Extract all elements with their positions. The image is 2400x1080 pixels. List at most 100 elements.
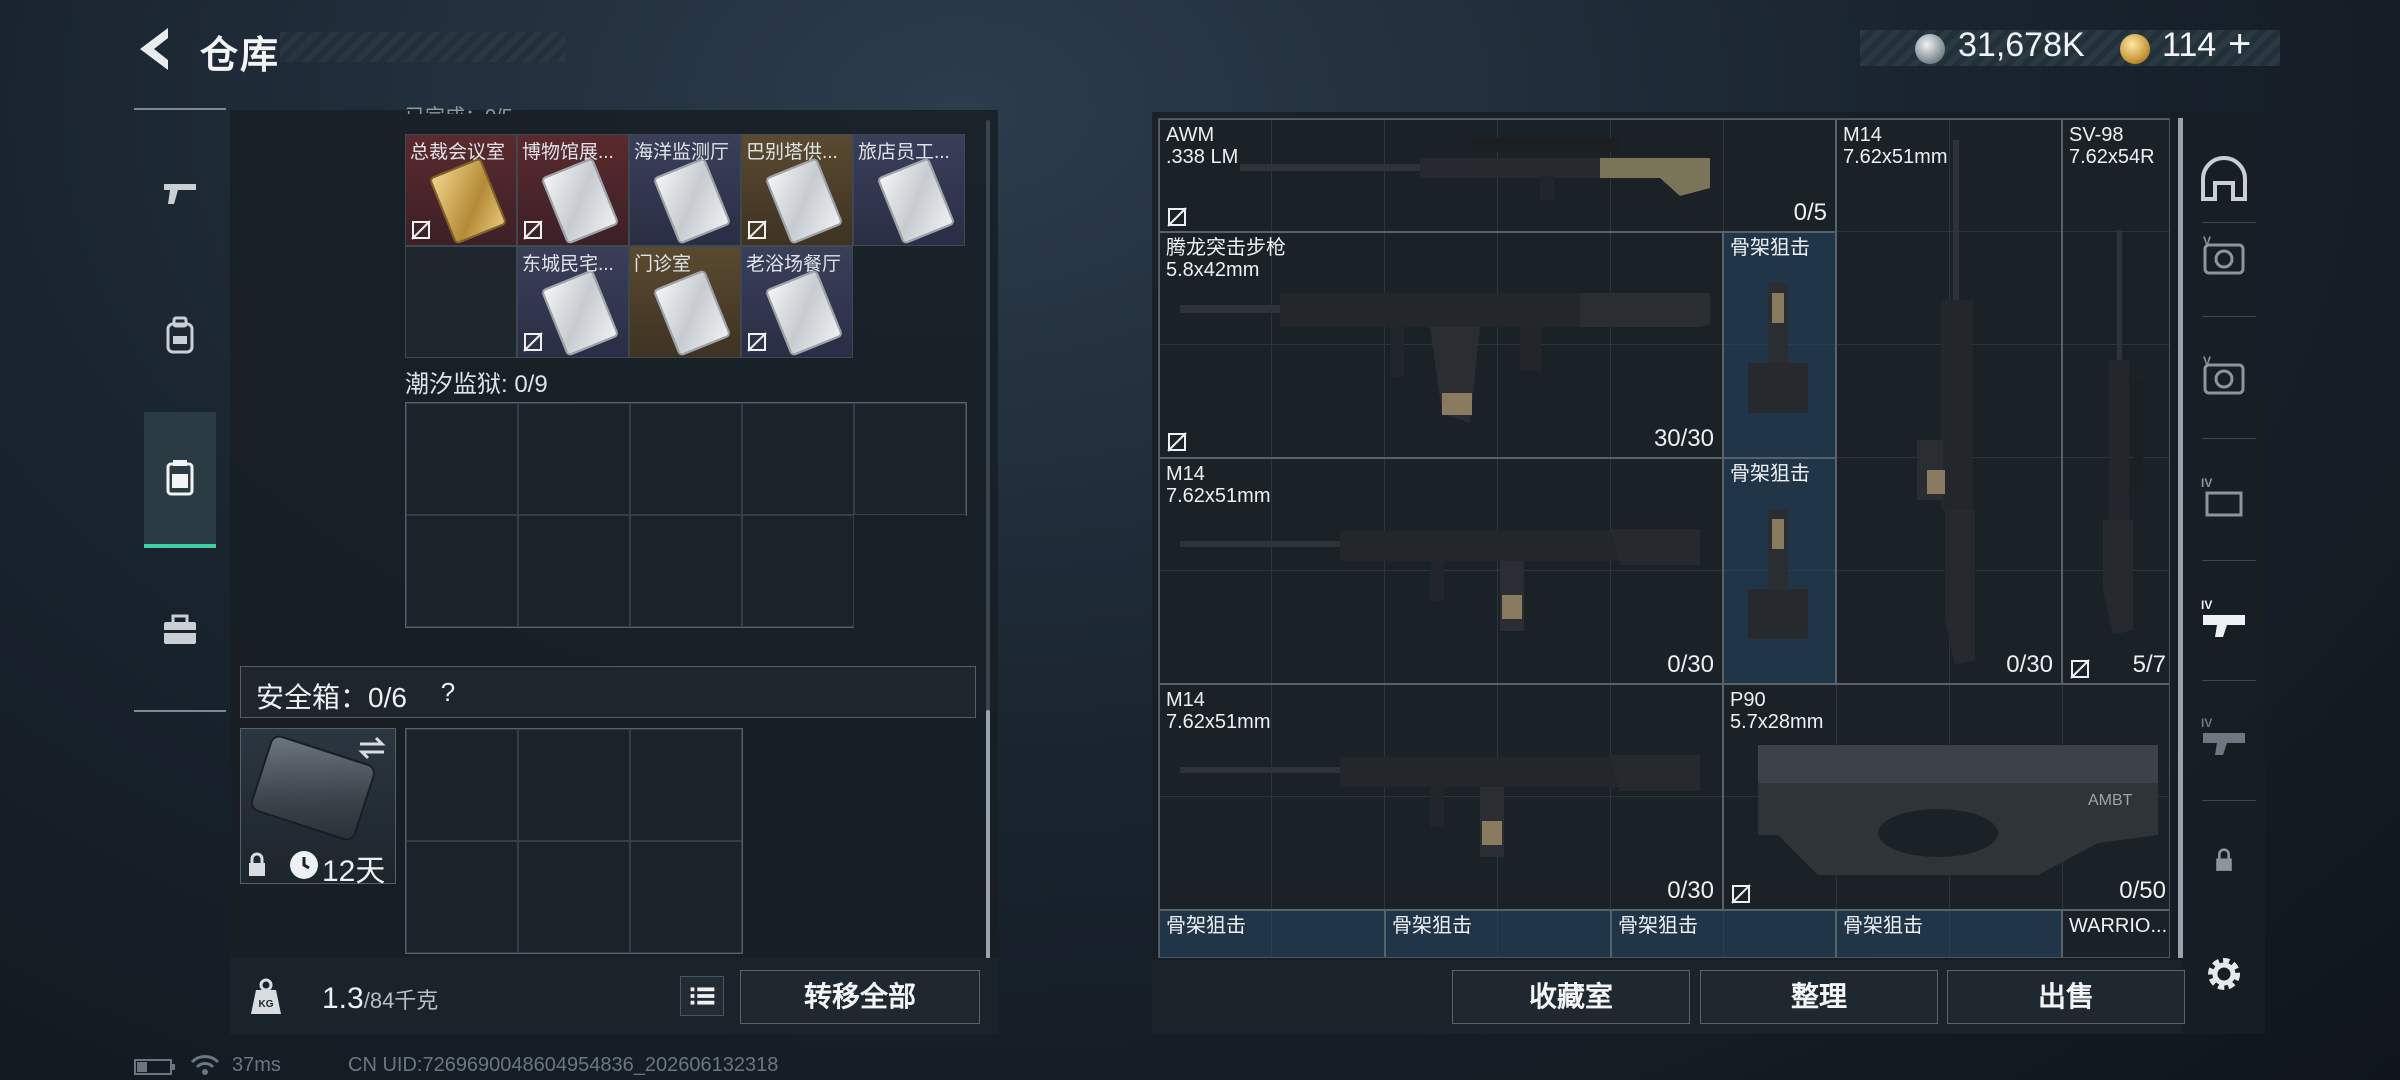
svg-text:KG: KG <box>259 999 274 1010</box>
nav-item-toolbox[interactable] <box>144 562 216 698</box>
keycard-icon <box>540 157 620 245</box>
battery-icon <box>134 1059 175 1075</box>
safe-box-grid[interactable] <box>405 728 743 954</box>
category-armor-v[interactable]: V <box>2192 226 2256 290</box>
weapon-name: 骨架狙击 <box>1166 915 1246 937</box>
back-button[interactable] <box>130 22 180 76</box>
safe-box-label: 安全箱：0/6 <box>256 682 407 713</box>
keycard-slot[interactable]: 旅店员工... <box>853 134 965 246</box>
rifle-tier-iv-icon: IV <box>2201 716 2245 755</box>
keycard-label: 海洋监测厅 <box>634 142 730 163</box>
weapon-item[interactable]: WARRIO... <box>2062 910 2169 957</box>
rifle-icon <box>1180 529 1700 631</box>
armor-tier-iv-icon: IV <box>2201 476 2243 517</box>
weapon-name: M14 7.62x51mm <box>1166 689 1271 733</box>
category-locked[interactable] <box>2192 828 2256 892</box>
toolbox-icon <box>164 614 196 644</box>
weight-icon: KG <box>251 978 281 1014</box>
weapon-item[interactable]: 骨架狙击 <box>1159 910 1385 957</box>
ammo-count: 0/30 <box>1667 651 1714 678</box>
page-title: 仓库 <box>200 35 281 77</box>
assault-rifle-icon <box>1180 293 1710 423</box>
weapon-scrollbar-thumb[interactable] <box>2178 118 2183 958</box>
user-id-label: CN UID:7269690048604954836_202606132318 <box>348 1054 779 1076</box>
ping-label: 37ms <box>232 1054 281 1076</box>
weapon-item[interactable]: 腾龙突击步枪 5.8x42mm 30/30 <box>1159 232 1723 458</box>
sort-button[interactable]: 整理 <box>1700 970 1938 1024</box>
keycard-slot[interactable]: 海洋监测厅 <box>629 134 741 246</box>
keycard-slot[interactable]: 老浴场餐厅 <box>741 246 853 358</box>
weapon-item[interactable]: 骨架狙击 <box>1385 910 1611 957</box>
keycard-slot[interactable]: 东城民宅... <box>517 246 629 358</box>
category-armor-v-2[interactable]: V <box>2192 346 2256 410</box>
prison-grid[interactable] <box>405 402 968 630</box>
weapon-item[interactable]: 骨架狙击 <box>1836 910 2062 957</box>
gold-coin-icon <box>2120 34 2150 64</box>
rifle-icon <box>1917 140 1975 665</box>
svg-text:IV: IV <box>2201 476 2212 490</box>
armor-tier-v-icon: V <box>2203 234 2245 275</box>
ammo-count: 30/30 <box>1653 425 1714 452</box>
weapon-item[interactable]: 骨架狙击 <box>1723 458 1836 684</box>
no-bind-icon <box>1731 884 1751 904</box>
weapon-name: M14 7.62x51mm <box>1843 124 1948 168</box>
keycard-slot[interactable]: 博物馆展... <box>517 134 629 246</box>
no-bind-icon <box>523 220 543 240</box>
weapon-item[interactable]: M14 7.62x51mm 0/30 <box>1159 684 1723 910</box>
weapon-name: P90 5.7x28mm <box>1730 689 1824 733</box>
settings-button[interactable] <box>2198 948 2250 1000</box>
smg-icon: AMBT <box>1758 745 2158 875</box>
helmet-icon <box>2201 156 2247 201</box>
weight-value: 1.3/84千克 <box>322 982 438 1016</box>
armor-tier-v-icon: V <box>2203 354 2245 395</box>
weapon-name: 骨架狙击 <box>1730 463 1810 485</box>
weapon-item[interactable]: 骨架狙击 <box>1611 910 1836 957</box>
weapon-item[interactable]: M14 7.62x51mm 0/30 <box>1159 458 1723 684</box>
weapon-item[interactable]: 骨架狙击 <box>1723 232 1836 458</box>
ammo-count: 0/50 <box>2119 877 2166 904</box>
back-arrow-icon <box>140 28 168 70</box>
weapon-item[interactable]: SV-98 7.62x54R 5/7 <box>2062 119 2169 684</box>
weapon-item[interactable]: AWM .338 LM 0/5 <box>1159 119 1836 232</box>
weapon-name: 骨架狙击 <box>1392 915 1472 937</box>
swap-icon[interactable] <box>356 734 388 762</box>
empty-slot[interactable] <box>405 246 517 358</box>
keycard-slot[interactable]: 门诊室 <box>629 246 741 358</box>
rifle-icon <box>1180 755 1700 857</box>
keycard-label: 旅店员工... <box>858 142 950 163</box>
ammo-count: 5/7 <box>2132 651 2166 678</box>
weapon-name: M14 7.62x51mm <box>1166 463 1271 507</box>
keycard-icon <box>540 269 620 357</box>
nav-item-backpack[interactable] <box>144 268 216 404</box>
svg-text:V: V <box>2203 234 2211 248</box>
transfer-all-button[interactable]: 转移全部 <box>740 970 980 1024</box>
weapon-name: 骨架狙击 <box>1618 915 1698 937</box>
keycard-icon <box>764 157 844 245</box>
keycard-slot[interactable]: 总裁会议室 <box>405 134 517 246</box>
sell-button[interactable]: 出售 <box>1947 970 2185 1024</box>
lock-icon <box>249 852 265 876</box>
list-view-button[interactable] <box>680 976 724 1016</box>
weapon-item[interactable]: M14 7.62x51mm 0/30 <box>1836 119 2062 684</box>
no-bind-icon <box>1167 207 1187 227</box>
weapon-item[interactable]: AMBT P90 5.7x28mm 0/50 <box>1723 684 2169 910</box>
nav-item-storage[interactable] <box>144 412 216 548</box>
category-rifle-iv[interactable]: IV <box>2192 588 2256 652</box>
help-button[interactable]: ? <box>430 674 466 710</box>
collection-room-button[interactable]: 收藏室 <box>1452 970 1690 1024</box>
nav-bracket-top <box>134 108 226 110</box>
no-bind-icon <box>2070 659 2090 679</box>
keycard-label: 总裁会议室 <box>410 142 506 163</box>
svg-text:V: V <box>2203 354 2211 368</box>
add-currency-button[interactable]: + <box>2228 22 2251 67</box>
keycard-label: 东城民宅... <box>522 254 614 275</box>
no-bind-icon <box>523 332 543 352</box>
keycard-slot[interactable]: 巴别塔供... <box>741 134 853 246</box>
category-armor-iv[interactable]: IV <box>2192 468 2256 532</box>
category-rifle-iv-2[interactable]: IV <box>2192 706 2256 770</box>
keycard-icon <box>876 157 956 245</box>
rifle-tier-iv-icon: IV <box>2201 598 2245 637</box>
storage-scrollbar-thumb[interactable] <box>986 710 990 960</box>
category-helmet[interactable] <box>2192 148 2256 212</box>
nav-item-weapons[interactable] <box>144 124 216 260</box>
